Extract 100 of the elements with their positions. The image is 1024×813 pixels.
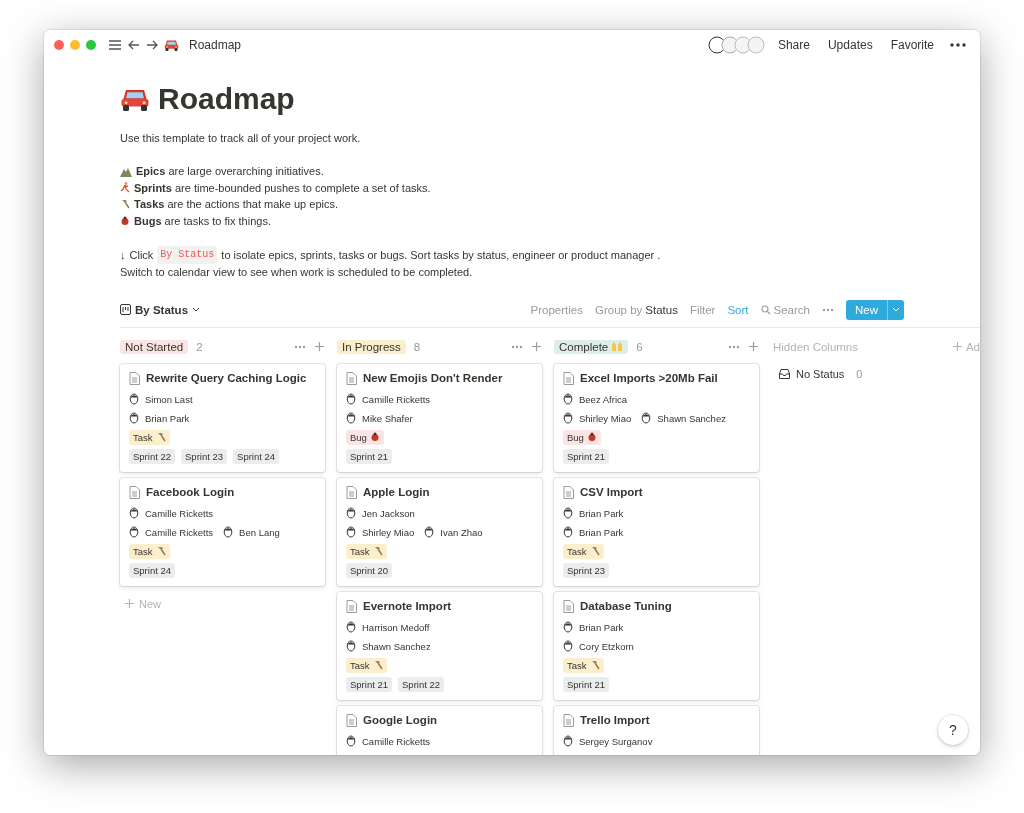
person-name: Cory Etzkorn <box>579 640 634 652</box>
task-card[interactable]: Apple Login Jen Jackson Shirley Miao Ivan Zhao Task Sprint 20 <box>337 477 542 586</box>
avatar-icon <box>129 507 139 519</box>
group-by-button[interactable]: Group by Status <box>588 303 684 316</box>
hammer-icon <box>120 199 130 210</box>
person-name: Camille Ricketts <box>145 507 214 519</box>
task-card[interactable]: Excel Imports >20Mb Fail Beez Africa Shirley Miao Shawn Sanchez Bug Sprint 21 <box>554 363 759 472</box>
caret-icon <box>892 306 900 313</box>
page-icon <box>346 485 357 499</box>
person-name: Camille Ricketts <box>362 393 431 405</box>
page-icon <box>129 485 140 499</box>
status-tag: Not Started <box>120 339 189 354</box>
avatar-icon <box>129 393 139 405</box>
definition-text: Bugs are tasks to fix things. <box>134 213 271 229</box>
page-icon <box>563 485 574 499</box>
person-name: Shirley Miao <box>579 412 632 424</box>
more-icon[interactable] <box>950 43 966 47</box>
plus-icon <box>531 341 542 352</box>
card-title: Rewrite Query Caching Logic <box>146 372 307 384</box>
toolbar-link[interactable]: Share <box>771 38 816 52</box>
avatar-icon <box>346 526 356 538</box>
page-icon <box>346 713 357 727</box>
avatar-icon <box>346 640 356 652</box>
page-icon <box>563 713 574 727</box>
sprint-tag: Sprint 21 <box>563 448 610 464</box>
view-selector[interactable]: By Status <box>120 303 201 316</box>
definition-text: Sprints are time-bounded pushes to complete a set of tasks. <box>134 180 431 196</box>
person-name: Beez Africa <box>579 393 628 405</box>
back-icon[interactable] <box>128 39 140 51</box>
intro-text: Use this template to track all of your project work. <box>120 131 361 146</box>
avatar-icon <box>346 412 356 424</box>
task-tag: Task <box>129 543 170 559</box>
hint-text: Click <box>129 247 154 263</box>
task-card[interactable]: Database Tuning Brian Park Cory Etzkorn Task Sprint 21 <box>554 591 759 700</box>
toolbar-link[interactable]: Favorite <box>884 38 940 52</box>
hidden-columns-label: Hidden Columns <box>773 340 859 353</box>
inline-code: By Status <box>157 245 218 264</box>
task-card[interactable]: Rewrite Query Caching Logic Simon Last Brian Park Task Sprint 22 Sprint 23 Sprint 24 <box>120 363 325 472</box>
person-name: Camille Ricketts <box>362 735 431 747</box>
task-card[interactable]: Evernote Import Harrison Medoff Shawn Sanchez Task Sprint 21 Sprint 22 <box>337 591 542 700</box>
person-name: Brian Park <box>145 412 190 424</box>
person-name: Simon Last <box>145 393 193 405</box>
collaborator-avatars <box>707 36 766 54</box>
card-title: Evernote Import <box>363 600 452 612</box>
person-name: Jen Jackson <box>362 507 415 519</box>
car-icon <box>120 87 150 111</box>
card-title: Trello Import <box>580 714 650 726</box>
person-name: Brian Park <box>579 621 624 633</box>
card-title: Facebook Login <box>146 486 235 498</box>
task-card[interactable]: New Emojis Don't Render Camille Ricketts Mike Shafer Bug Sprint 21 <box>337 363 542 472</box>
inbox-icon <box>779 368 790 379</box>
toolbar-link[interactable]: Updates <box>821 38 879 52</box>
hidden-column-item[interactable]: No Status 0 <box>773 363 980 384</box>
minimize-button[interactable] <box>70 40 80 50</box>
page-icon <box>563 599 574 613</box>
avatar-icon <box>563 393 573 405</box>
avatar-icon <box>563 412 573 424</box>
card-title: Google Login <box>363 714 438 726</box>
sprint-tag: Sprint 20 <box>346 562 393 578</box>
plus-icon <box>748 341 759 352</box>
sprint-tag: Sprint 23 <box>181 448 228 464</box>
page-icon <box>563 371 574 385</box>
definition-text: Epics are large overarching initiatives. <box>136 164 324 179</box>
avatar-icon <box>563 735 573 747</box>
arrow-glyph: ↓ <box>120 247 126 263</box>
sprint-tag: Sprint 21 <box>346 448 393 464</box>
person-name: Shirley Miao <box>362 526 415 538</box>
status-tag: In Progress <box>337 339 406 354</box>
person-name: Ben Lang <box>239 526 280 538</box>
task-card[interactable]: CSV Import Brian Park Brian Park Task Sprint 23 <box>554 477 759 586</box>
sprint-tag: Sprint 21 <box>563 676 610 692</box>
zoom-button[interactable] <box>86 40 96 50</box>
person-name: Shawn Sanchez <box>657 412 726 424</box>
avatar-icon <box>563 526 573 538</box>
help-button[interactable]: ? <box>938 715 968 745</box>
card-title: Apple Login <box>363 486 430 498</box>
card-title: New Emojis Don't Render <box>363 372 503 384</box>
car-icon <box>164 39 179 51</box>
close-button[interactable] <box>54 40 64 50</box>
avatar-icon <box>346 621 356 633</box>
person-name: Ivan Zhao <box>440 526 483 538</box>
task-card[interactable]: Facebook Login Camille Ricketts Camille Ricketts Ben Lang Task Sprint 24 <box>120 477 325 586</box>
menu-icon[interactable] <box>108 39 122 51</box>
bug-tag: Bug <box>563 429 601 445</box>
forward-icon[interactable] <box>146 39 158 51</box>
task-tag: Task <box>346 543 387 559</box>
person-name: Sergey Surganov <box>579 735 653 747</box>
bug-icon <box>369 432 380 442</box>
plus-icon <box>124 598 135 609</box>
breadcrumb[interactable]: Roadmap <box>189 38 242 52</box>
page-icon <box>346 371 357 385</box>
avatar-icon <box>223 526 234 538</box>
card-title: CSV Import <box>580 486 643 498</box>
task-tag: Task <box>129 429 170 445</box>
task-card[interactable]: Google Login Camille Ricketts <box>337 705 542 755</box>
task-card[interactable]: Trello Import Sergey Surganov <box>554 705 759 755</box>
task-tag: Task <box>346 657 387 673</box>
status-tag: Complete <box>554 339 629 354</box>
person-name: Harrison Medoff <box>362 621 430 633</box>
page-icon <box>346 599 357 613</box>
